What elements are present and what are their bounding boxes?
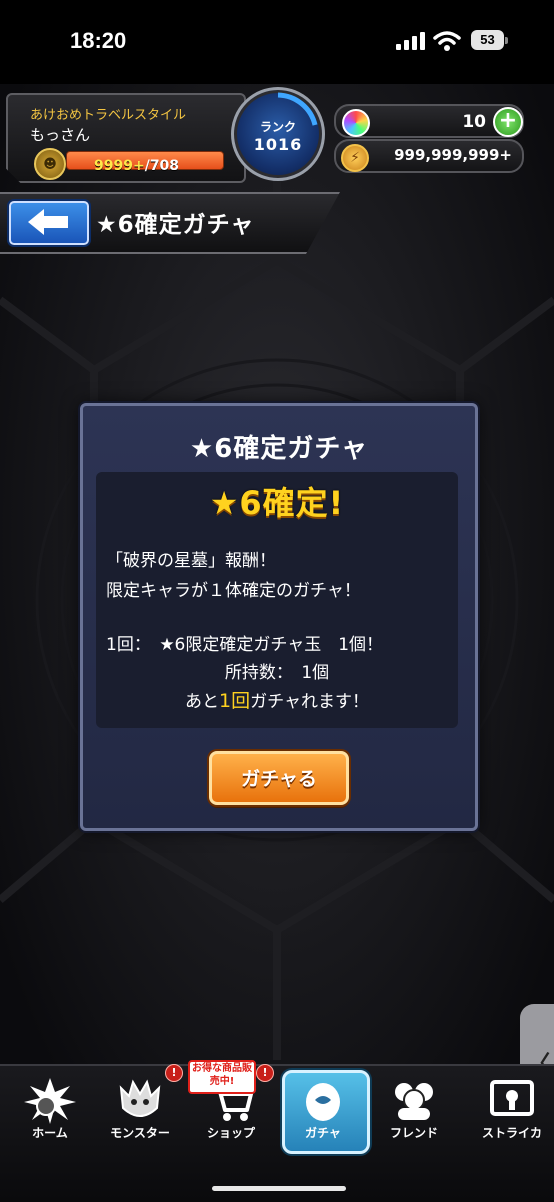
monster-alert-badge: ! (165, 1064, 183, 1082)
remaining-prefix: あと (185, 692, 220, 712)
nav-striker-label: ストライカ (481, 1126, 542, 1140)
gacha-egg-icon (306, 1083, 340, 1121)
stamina-max: /708 (144, 158, 180, 174)
medal-icon: ☻ (34, 148, 66, 180)
friends-icon (395, 1083, 433, 1120)
nav-home-label: ホーム (32, 1126, 68, 1140)
gold-coin-icon: ⚡ (341, 144, 369, 172)
cost-line: 1回： ★6限定確定ガチャ玉 1個！ (106, 635, 384, 655)
signal-icon (396, 32, 425, 50)
nav-monster-label: モンスター (110, 1126, 170, 1140)
home-icon (24, 1078, 76, 1124)
home-indicator (212, 1186, 346, 1191)
status-time: 18:20 (70, 28, 127, 53)
nav-friends-label: フレンド (389, 1126, 438, 1140)
shop-sale-badge: お得な商品販売中! (188, 1060, 256, 1094)
wifi-icon (433, 31, 461, 51)
rank-value: 1016 (253, 135, 303, 154)
reward-line: 「破界の星墓」報酬！ (106, 551, 276, 571)
monster-icon (119, 1079, 161, 1117)
nav-gacha[interactable]: ガチャ (273, 1068, 373, 1150)
nav-home[interactable]: ホーム (0, 1068, 100, 1150)
battery-indicator: 53 (471, 30, 504, 50)
guarantee-badge: ★6確定! (209, 484, 345, 522)
stamina-text: 9999+/708 (94, 158, 179, 174)
remaining-suffix: ガチャれます！ (250, 692, 369, 712)
orb-count: 10 (462, 112, 486, 132)
nav-friends[interactable]: フレンド (364, 1068, 464, 1150)
owned-count-line: 所持数： 1個 (224, 663, 330, 683)
nav-gacha-label: ガチャ (305, 1126, 341, 1140)
page-title: ★6確定ガチャ (96, 212, 255, 238)
battery-tip (505, 37, 508, 44)
add-orbs-button[interactable]: + (493, 107, 523, 137)
orb-icon (342, 109, 370, 137)
striker-card-icon (490, 1080, 534, 1116)
player-name: もっさん (30, 126, 91, 144)
rank-label: ランク (259, 120, 296, 134)
gold-count: 999,999,999+ (394, 146, 512, 164)
remaining-line: あと1回ガチャれます！ (96, 686, 458, 713)
nav-striker[interactable]: ストライカ (462, 1068, 554, 1150)
stamina-current: 9999+ (94, 158, 145, 174)
description-line: 限定キャラが１体確定のガチャ！ (106, 581, 361, 601)
nav-shop-label: ショップ (206, 1126, 255, 1140)
player-title: あけおめトラベルスタイル (30, 108, 187, 123)
dialog-title: ★6確定ガチャ (189, 434, 369, 464)
shop-alert-badge: ! (256, 1064, 274, 1082)
back-arrow-icon (28, 209, 68, 235)
gacha-draw-label: ガチャる (241, 768, 317, 790)
remaining-count: 1回 (219, 690, 251, 712)
